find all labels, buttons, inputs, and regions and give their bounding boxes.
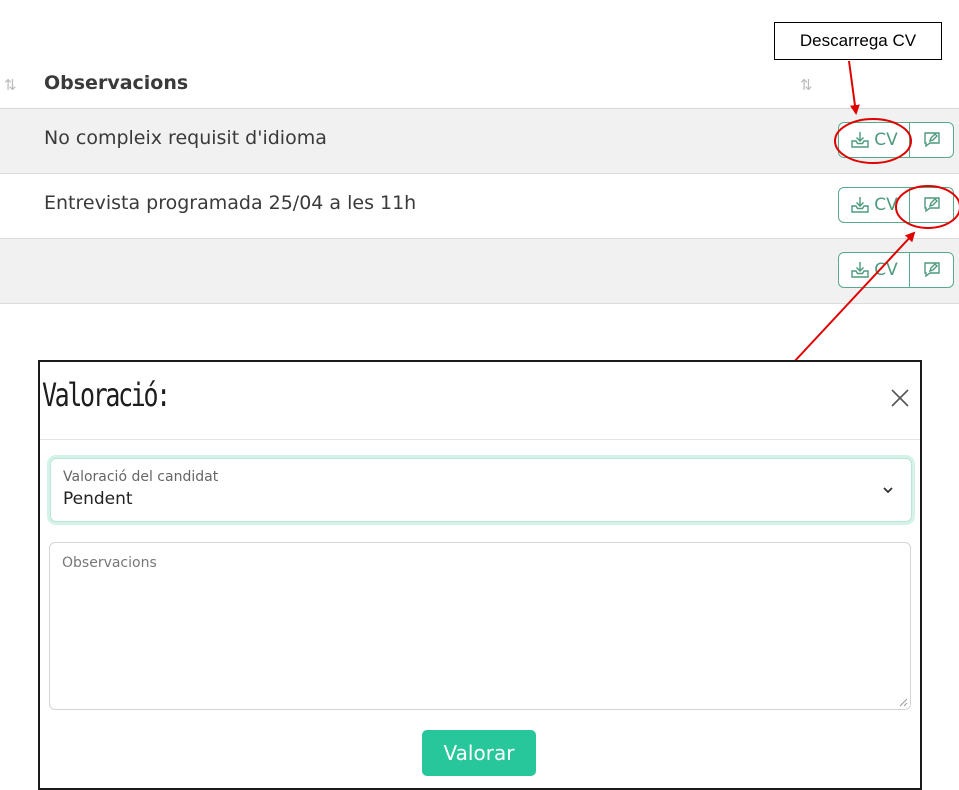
row-actions: CV (838, 122, 954, 160)
select-label: Valoració del candidat (63, 469, 219, 485)
download-tray-icon (851, 197, 869, 213)
cv-label: CV (874, 130, 898, 150)
close-icon (891, 389, 909, 407)
callout-label: Descarrega CV (774, 22, 942, 60)
column-header-observacions[interactable]: Observacions (44, 72, 188, 94)
download-cv-button[interactable]: CV (838, 122, 910, 158)
select-value: Pendent (63, 489, 133, 509)
modal-header: Valoració: (40, 362, 920, 440)
textarea-placeholder: Observacions (62, 555, 157, 571)
sort-icon[interactable]: ⇅ (800, 76, 813, 94)
candidate-rating-select[interactable]: Valoració del candidat Pendent (50, 458, 912, 522)
comment-edit-icon (923, 197, 940, 213)
chevron-down-icon (883, 487, 893, 494)
evaluate-button[interactable] (910, 187, 954, 223)
comment-edit-icon (923, 262, 940, 278)
download-tray-icon (851, 262, 869, 278)
modal-title: Valoració: (42, 376, 171, 414)
close-button[interactable] (888, 386, 912, 410)
comment-edit-icon (923, 132, 940, 148)
evaluation-modal: Valoració: Valoració del candidat Penden… (38, 360, 922, 790)
evaluate-button[interactable] (910, 252, 954, 288)
observation-text: No compleix requisit d'idioma (44, 127, 327, 149)
observation-text: Entrevista programada 25/04 a les 11h (44, 192, 417, 214)
row-actions: CV (838, 187, 954, 225)
valorar-button[interactable]: Valorar (422, 730, 536, 776)
observations-textarea[interactable]: Observacions (49, 542, 911, 710)
download-tray-icon (851, 132, 869, 148)
table-row: CV (0, 239, 959, 304)
sort-icon[interactable]: ⇅ (4, 76, 17, 94)
row-actions: CV (838, 252, 954, 290)
download-cv-button[interactable]: CV (838, 187, 910, 223)
table-row: Entrevista programada 25/04 a les 11h CV (0, 174, 959, 239)
cv-label: CV (874, 195, 898, 215)
evaluate-button[interactable] (910, 122, 954, 158)
download-cv-button[interactable]: CV (838, 252, 910, 288)
resize-grip-icon[interactable] (898, 697, 908, 707)
cv-label: CV (874, 260, 898, 280)
table-row: No compleix requisit d'idioma CV (0, 109, 959, 174)
table-header: ⇅ Observacions ⇅ (0, 62, 959, 109)
